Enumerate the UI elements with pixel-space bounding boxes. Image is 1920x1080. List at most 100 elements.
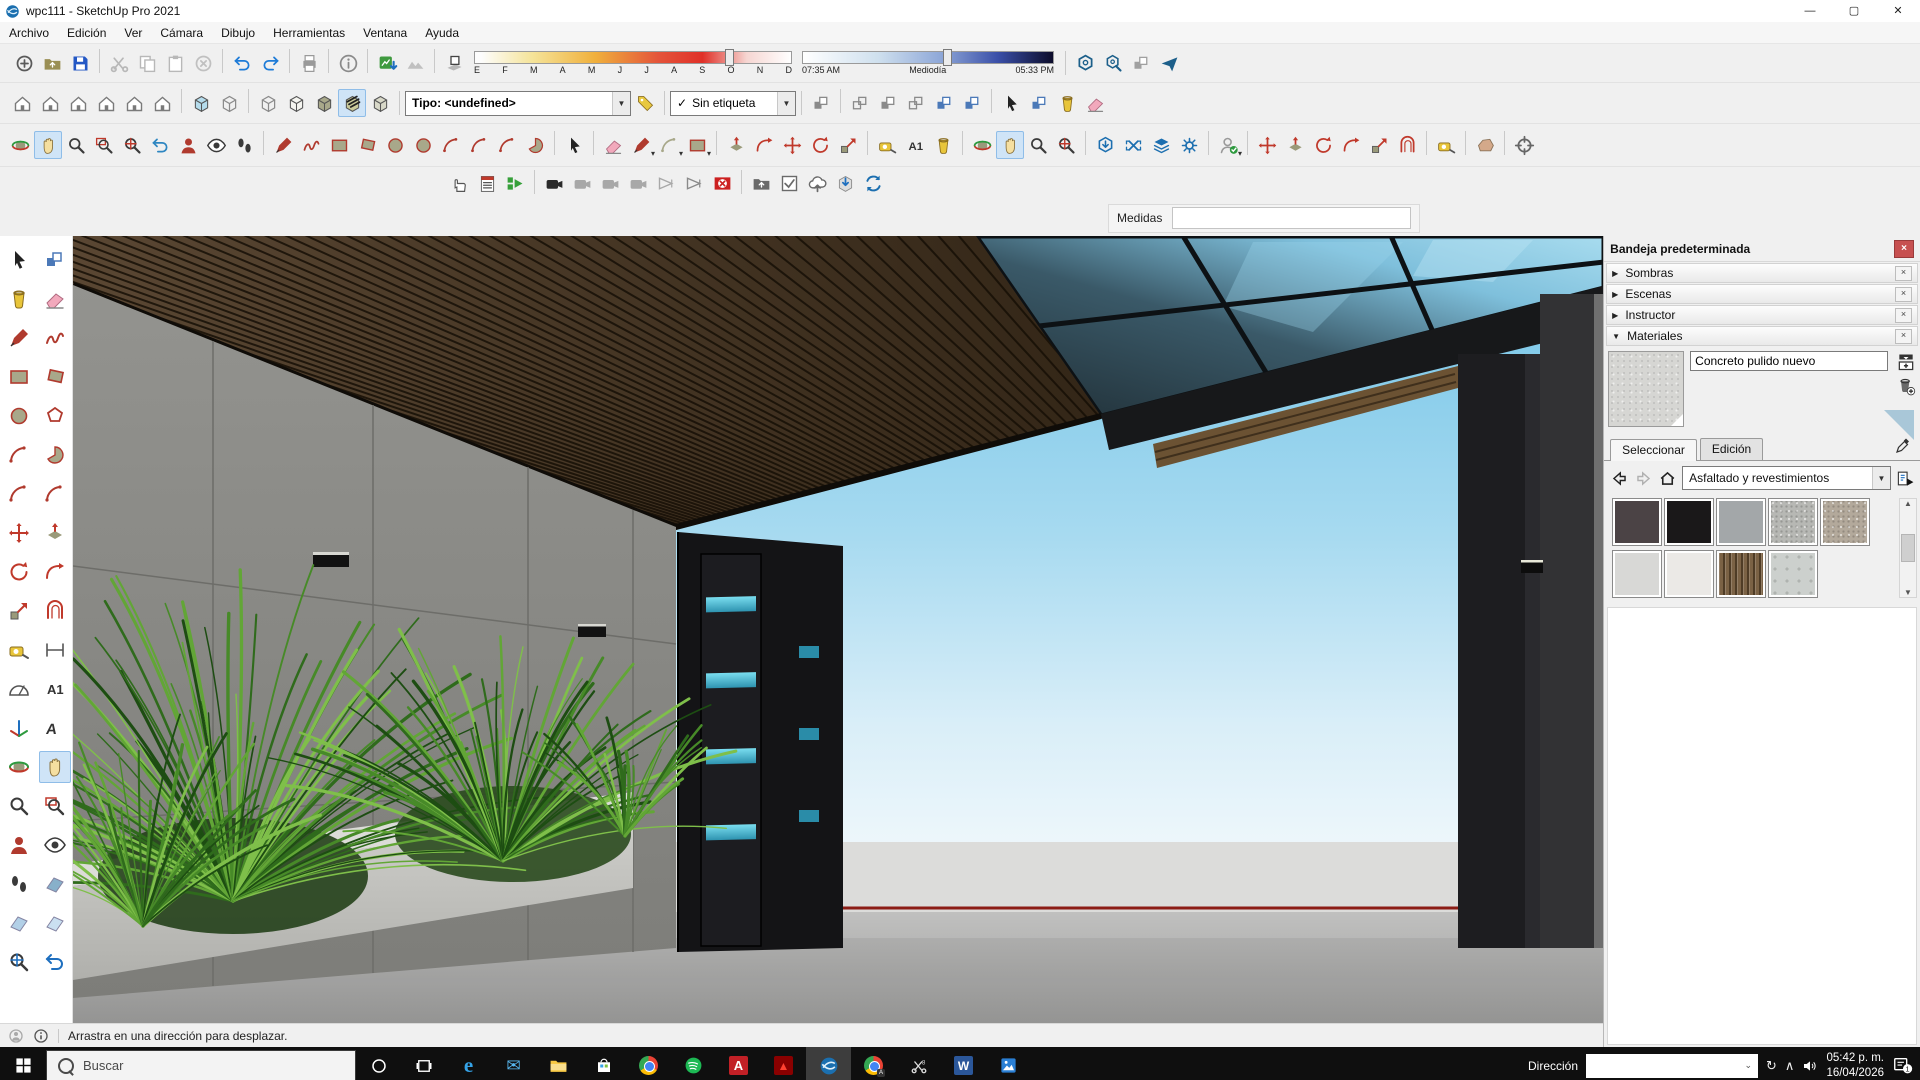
swatch-scrollbar[interactable]: ▲ ▼ [1899,498,1917,598]
date-slider-handle[interactable] [725,49,734,66]
tray-section-instructor[interactable]: ▶ Instructor × [1606,305,1918,325]
previous-view-icon[interactable] [146,131,174,159]
print-icon[interactable] [295,49,323,77]
pan-tool-icon[interactable] [34,131,62,159]
eraser-tool-icon[interactable] [1081,89,1109,117]
generate-report-icon[interactable] [473,170,501,198]
account-icon[interactable]: ▾ [1214,131,1242,159]
line-menu-icon[interactable]: ▾ [627,131,655,159]
time-slider-handle[interactable] [943,49,952,66]
section-close-icon[interactable]: × [1895,308,1912,323]
tab-seleccionar[interactable]: Seleccionar [1610,439,1697,461]
scene-camera2-icon[interactable] [596,170,624,198]
follow-me-icon[interactable] [750,131,778,159]
chevron-collapsed-icon[interactable]: ▶ [1612,290,1618,299]
maximize-button[interactable]: ▢ [1832,0,1876,22]
position-camera-icon[interactable] [3,829,35,861]
material-swatch-asfalto-oscuro[interactable] [1612,498,1662,546]
measurements-input[interactable] [1172,207,1411,229]
wireframe-style-icon[interactable] [254,89,282,117]
follow-me2-icon[interactable] [1337,131,1365,159]
taskbar-app-snip-sketch[interactable]: 8 [896,1047,941,1080]
circle-tool-icon[interactable] [3,400,35,432]
arc-menu-icon[interactable]: ▾ [655,131,683,159]
material-swatch-hormigon-panel[interactable] [1768,550,1818,598]
orbit-tool-icon[interactable] [3,751,35,783]
shadow-time-slider[interactable]: 07:35 AM Mediodía 05:33 PM [802,51,1054,75]
freehand-tool-icon[interactable] [297,131,325,159]
offset-tool-icon[interactable] [39,595,71,627]
scrollbar-thumb[interactable] [1901,534,1915,562]
hide-rest-icon[interactable] [846,89,874,117]
scroll-up-icon[interactable]: ▲ [1904,499,1912,508]
pan-tool-icon[interactable] [39,751,71,783]
zoom-extents-icon[interactable] [118,131,146,159]
paint-tool-icon[interactable] [929,131,957,159]
eyedropper-icon[interactable] [1894,437,1912,455]
tray-section-escenas[interactable]: ▶ Escenas × [1606,284,1918,304]
top-view-icon[interactable] [36,89,64,117]
paste-icon[interactable] [161,49,189,77]
menu-item-ventana[interactable]: Ventana [354,26,416,40]
view-cone-filled-icon[interactable] [680,170,708,198]
minimize-button[interactable]: — [1788,0,1832,22]
tape-measure-icon[interactable] [3,634,35,666]
eraser-tool-icon[interactable] [39,283,71,315]
classifier-tag-icon[interactable] [631,89,659,117]
export-animation-icon[interactable] [501,170,529,198]
shadow-toggle-icon[interactable] [440,49,468,77]
position-camera-icon[interactable] [174,131,202,159]
zoom-window-icon[interactable] [39,790,71,822]
scale2-icon[interactable] [1365,131,1393,159]
material-swatch-hormigon-gris[interactable] [1716,498,1766,546]
freehand-tool-icon[interactable] [39,322,71,354]
3dw-download-icon[interactable] [1091,131,1119,159]
taskbar-clock[interactable]: 05:42 p. m. 16/04/2026 [1826,1051,1884,1080]
three-point-arc-icon[interactable] [493,131,521,159]
scale-tool-icon[interactable] [3,595,35,627]
orbit2-icon[interactable] [968,131,996,159]
make-component-icon[interactable] [39,244,71,276]
chevron-down-icon[interactable]: ▼ [1872,467,1890,489]
taskbar-app-edge[interactable]: e [446,1047,491,1080]
zoom-extents2-icon[interactable] [1052,131,1080,159]
details-menu-icon[interactable] [1896,469,1915,488]
chevron-collapsed-icon[interactable]: ▶ [1612,311,1618,320]
menu-item-dibujo[interactable]: Dibujo [212,26,264,40]
protractor-tool-icon[interactable] [3,673,35,705]
pie-tool-icon[interactable] [39,439,71,471]
home-icon[interactable] [1658,469,1677,488]
tape2-icon[interactable] [1432,131,1460,159]
text-tool-icon[interactable]: A1 [39,673,71,705]
share-component-icon[interactable] [1147,131,1175,159]
extension-manager-icon[interactable] [1175,131,1203,159]
section-display-icon[interactable] [39,907,71,939]
close-button[interactable]: ✕ [1876,0,1920,22]
menu-item-edición[interactable]: Edición [58,26,115,40]
material-swatch-grava-beige[interactable] [1820,498,1870,546]
tray-section-materiales[interactable]: ▼ Materiales × [1606,326,1918,346]
push-pull-icon[interactable] [722,131,750,159]
pie-tool-icon[interactable] [521,131,549,159]
paint-tool-icon[interactable] [3,283,35,315]
in-model-comp-icon[interactable] [807,89,835,117]
taskbar-app-sketchup[interactable] [806,1047,851,1080]
model-info-icon[interactable] [334,49,362,77]
rotate-tool-icon[interactable] [3,556,35,588]
add-location-icon[interactable] [373,49,401,77]
taskbar-app-chrome[interactable] [626,1047,671,1080]
menu-item-archivo[interactable]: Archivo [0,26,58,40]
select-tool-icon[interactable] [3,244,35,276]
start-button[interactable] [0,1047,46,1080]
front-view-icon[interactable] [64,89,92,117]
look-around-icon[interactable] [39,829,71,861]
cloud-upload-icon[interactable] [803,170,831,198]
undo-icon[interactable] [228,49,256,77]
arc-tool-icon[interactable] [437,131,465,159]
taskbar-app-file-explorer[interactable] [536,1047,581,1080]
collection-dropdown[interactable]: Asfaltado y revestimientos ▼ [1682,466,1891,490]
chevron-down-icon[interactable]: ⌄ [1738,1060,1758,1071]
iso-view-icon[interactable] [8,89,36,117]
axes-tool-icon[interactable] [1510,131,1538,159]
push-pull2-icon[interactable] [1281,131,1309,159]
